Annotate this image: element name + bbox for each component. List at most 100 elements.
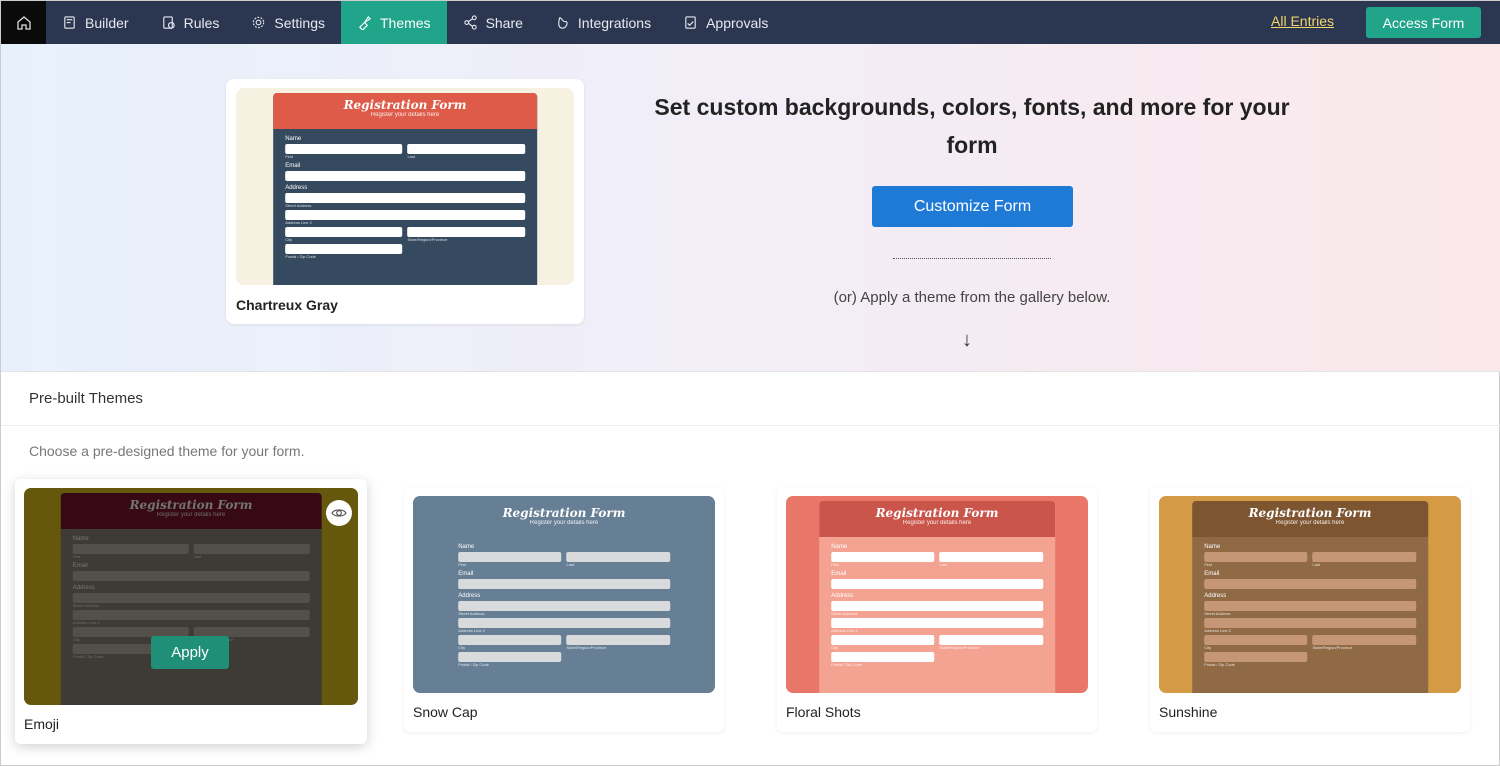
form-subtitle: Register your details here [1275,520,1345,526]
home-button[interactable] [1,1,46,44]
form-subtitle: Register your details here [902,520,972,526]
preview-input [1204,652,1308,662]
form-header: Registration FormRegister your details h… [1192,501,1428,537]
preview-input [831,552,935,562]
preview-input [566,552,670,562]
preview-input [458,552,562,562]
sub-label: Address Line 2 [285,220,312,225]
theme-name: Sunshine [1159,704,1218,720]
tab-label: Approvals [706,14,769,31]
preview-input [285,171,525,181]
or-text: (or) Apply a theme from the gallery belo… [833,289,1111,306]
field-label: Name [831,544,848,550]
preview-input [939,552,1043,562]
form-subtitle: Register your details here [370,112,440,118]
current-theme-preview: Registration Form Register your details h… [236,88,574,285]
tab-integrations[interactable]: Integrations [539,1,667,44]
sub-label: State/Region/Province [939,645,980,650]
tab-approvals[interactable]: Approvals [667,1,784,44]
form-header: Registration FormRegister your details h… [819,501,1055,537]
sub-label: Address Line 2 [831,628,858,633]
current-theme-name: Chartreux Gray [236,297,338,313]
sub-label: Postal / Zip Code [458,662,489,667]
preview-input [458,652,562,662]
form-title: Registration Form [343,98,467,112]
tab-label: Settings [274,14,325,31]
theme-card-snow-cap[interactable]: Registration Form Register your details h… [404,487,724,732]
tab-label: Rules [183,14,220,31]
sub-label: Last [407,154,416,159]
sub-label: Postal / Zip Code [1204,662,1235,667]
sub-label: First [831,562,840,567]
preview-input [285,144,403,154]
sub-label: Street Address [458,611,485,616]
section-subtitle: Choose a pre-designed theme for your for… [29,443,305,459]
theme-card-emoji[interactable]: Registration FormRegister your details h… [15,479,367,744]
preview-input [407,144,525,154]
field-label: Address [831,593,854,599]
preview-input [285,227,403,237]
share-icon [463,15,477,30]
field-label: Address [458,593,481,599]
preview-input [831,618,1043,628]
sub-label: City [831,645,839,650]
preview-input [407,227,525,237]
gear-icon [253,16,265,29]
theme-card-floral-shots[interactable]: Registration Form Register your details h… [777,487,1097,732]
theme-preview: Registration FormRegister your details h… [786,496,1088,693]
field-label: Address [1204,593,1227,599]
form-preview: Registration FormRegister your details h… [273,93,537,285]
field-label: Email [1204,571,1220,577]
tab-rules[interactable]: Rules [145,1,236,44]
sub-label: City [458,645,466,650]
tab-settings[interactable]: Settings [235,1,341,44]
sub-label: Street Address [1204,611,1231,616]
preview-input [566,635,670,645]
current-theme-card[interactable]: Registration Form Register your details h… [226,79,584,324]
form-title: Registration Form [875,506,999,520]
customize-form-button[interactable]: Customize Form [872,186,1073,227]
all-entries-link[interactable]: All Entries [1271,13,1334,29]
rules-icon [162,16,175,29]
sub-label: State/Region/Province [1312,645,1353,650]
theme-name: Emoji [24,716,60,732]
apply-button[interactable]: Apply [151,636,229,669]
access-form-button[interactable]: Access Form [1366,7,1481,38]
preview-input [831,652,935,662]
preview-input [1204,635,1308,645]
theme-name: Snow Cap [413,704,478,720]
preview-eye-button[interactable] [326,500,352,526]
preview-input [939,635,1043,645]
sub-label: First [285,154,293,159]
preview-input [1204,552,1308,562]
approvals-icon [685,16,696,29]
preview-input [831,635,935,645]
tab-label: Integrations [577,14,652,31]
preview-input [1204,579,1416,589]
tab-builder[interactable]: Builder [46,1,145,44]
form-preview: Registration FormRegister your details h… [819,501,1055,693]
preview-input [458,601,670,611]
hero-heading: Set custom backgrounds, colors, fonts, a… [654,94,1290,158]
field-label: Name [285,136,302,142]
sub-label: City [1204,645,1212,650]
form-header: Registration FormRegister your details h… [446,501,682,537]
theme-card-sunshine[interactable]: Registration Form Register your details h… [1150,487,1470,732]
eye-icon [331,509,347,517]
preview-input [1204,601,1416,611]
divider [1,425,1500,426]
sub-label: Street Address [285,203,312,208]
sub-label: Address Line 2 [1204,628,1231,633]
tab-share[interactable]: Share [447,1,539,44]
sub-label: City [285,237,293,242]
sub-label: First [1204,562,1213,567]
divider [893,258,1051,259]
form-subtitle: Register your details here [529,520,599,526]
sub-label: First [458,562,467,567]
preview-input [285,193,525,203]
preview-input [1312,635,1416,645]
tab-label: Themes [379,14,431,31]
tab-label: Builder [85,14,129,31]
tab-themes[interactable]: Themes [340,1,447,44]
preview-input [285,210,525,220]
